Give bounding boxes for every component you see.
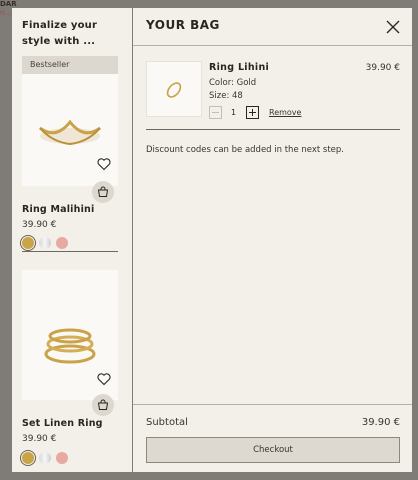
close-icon[interactable] <box>386 19 400 34</box>
minus-icon <box>212 112 219 113</box>
ring-lihini-image <box>166 82 182 98</box>
swatch-gold[interactable] <box>22 452 34 464</box>
shopping-bag-icon <box>97 186 109 197</box>
bag-item-image[interactable] <box>146 61 202 117</box>
bestseller-badge: Bestseller <box>22 56 118 74</box>
color-swatches <box>22 237 68 249</box>
quantity-decrease-button[interactable] <box>209 106 222 119</box>
checkout-button[interactable]: Checkout <box>146 437 400 463</box>
footer-divider <box>133 404 412 405</box>
remove-item-link[interactable]: Remove <box>269 108 301 117</box>
subtotal-value: 39.90 € <box>361 417 400 428</box>
bag-item-size: Size: 48 <box>209 91 243 101</box>
bag-item-name[interactable]: Ring Lihini <box>209 62 269 73</box>
upsell-panel: Finalize your style with ... Bestseller … <box>12 8 132 472</box>
add-to-bag-button[interactable] <box>92 394 114 416</box>
product-name[interactable]: Set Linen Ring <box>22 418 103 429</box>
bag-item-price: 39.90 € <box>365 63 400 73</box>
color-swatches <box>22 452 68 464</box>
swatch-rose[interactable] <box>56 237 68 249</box>
card-divider <box>22 251 118 252</box>
upsell-title: Finalize your style with ... <box>22 20 98 47</box>
swatch-silver[interactable] <box>39 237 51 249</box>
subtotal-label: Subtotal <box>146 417 188 428</box>
swatch-gold[interactable] <box>22 237 34 249</box>
add-to-bag-button[interactable] <box>92 181 114 203</box>
bag-title: YOUR BAG <box>146 18 220 32</box>
product-price: 39.90 € <box>22 434 57 444</box>
bag-item-color: Color: Gold <box>209 78 257 88</box>
quantity-value: 1 <box>231 108 237 117</box>
swatch-rose[interactable] <box>56 452 68 464</box>
discount-note: Discount codes can be added in the next … <box>146 145 344 155</box>
bag-drawer: YOUR BAG Ring Lihini Color: Gold Size: 4… <box>133 8 412 472</box>
product-name[interactable]: Ring Malihini <box>22 204 94 215</box>
header-divider <box>133 45 412 46</box>
item-divider <box>146 129 400 130</box>
heart-icon[interactable] <box>96 156 112 172</box>
quantity-increase-button[interactable] <box>246 106 259 119</box>
heart-icon[interactable] <box>96 371 112 387</box>
shopping-bag-icon <box>97 399 109 410</box>
product-price: 39.90 € <box>22 220 57 230</box>
swatch-silver[interactable] <box>39 452 51 464</box>
plus-icon <box>249 109 256 116</box>
